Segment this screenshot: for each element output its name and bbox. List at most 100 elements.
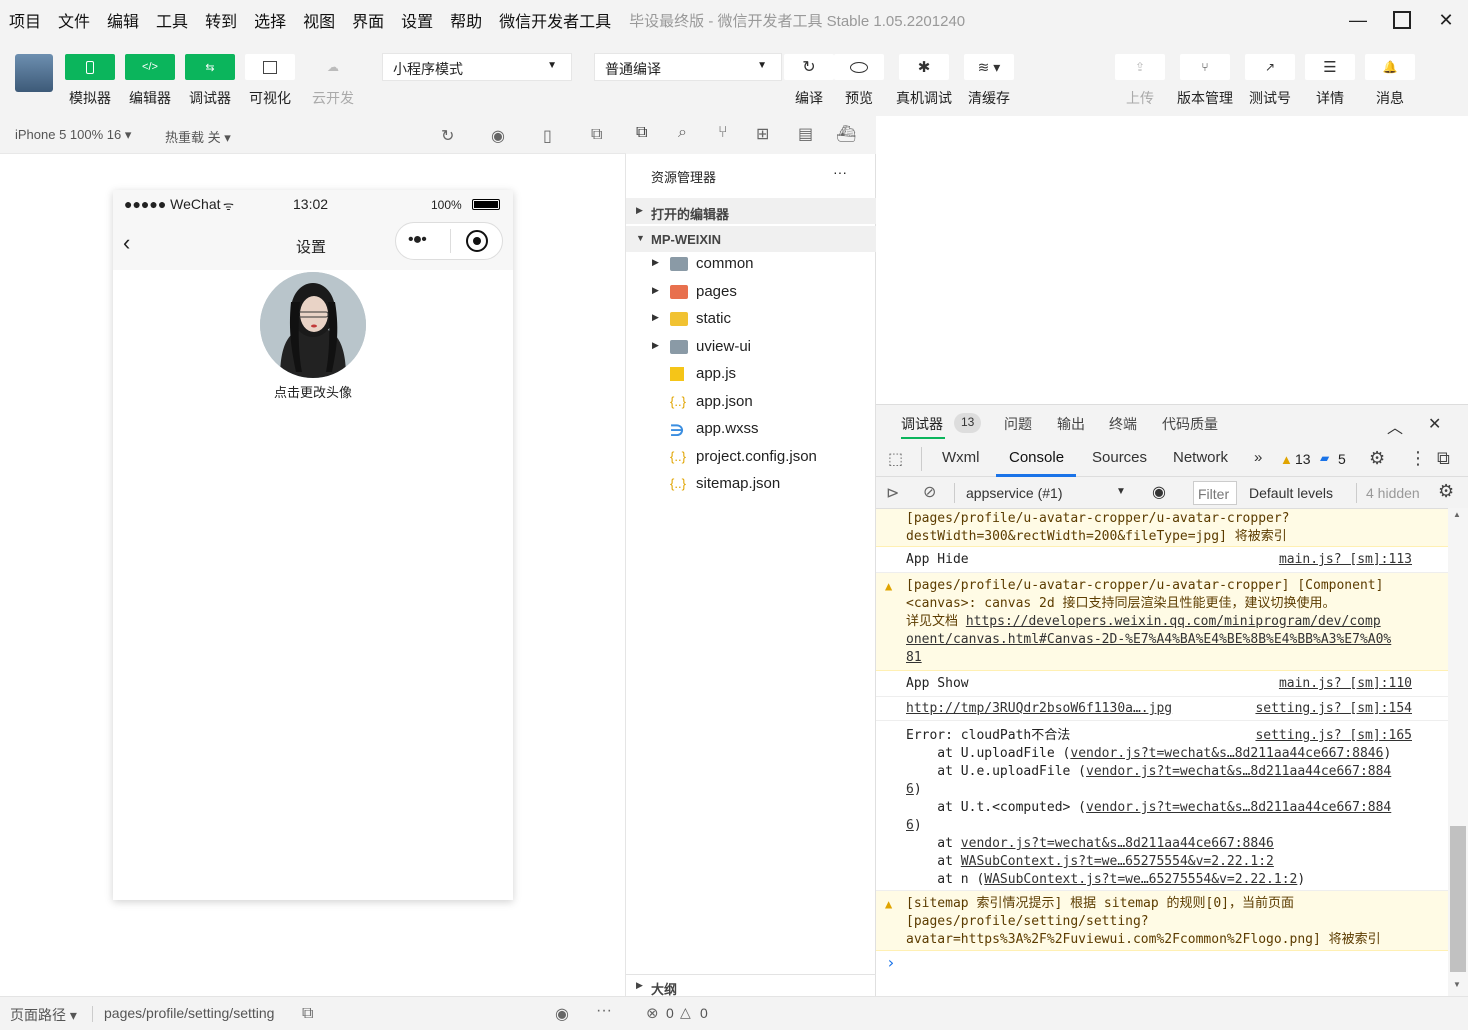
clear-console-icon[interactable]: ⊘ (923, 482, 936, 502)
messages-button[interactable]: 🔔 (1365, 54, 1415, 80)
eye-icon[interactable]: ◉ (1152, 482, 1166, 502)
more-tabs-button[interactable]: » (1254, 449, 1262, 466)
tree-item-app-js[interactable]: app.js (626, 362, 876, 388)
eye-icon[interactable]: ◉ (555, 1004, 569, 1024)
tab-console[interactable]: Console (1009, 449, 1064, 466)
doc-link[interactable]: 81 (906, 649, 922, 667)
stack-link[interactable]: 6 (906, 782, 914, 797)
tree-item-common[interactable]: ▶ common (626, 252, 876, 278)
error-count[interactable]: 0 (666, 1005, 674, 1021)
copy-icon[interactable]: ⧉ (302, 1005, 313, 1023)
page-path-dropdown[interactable]: 页面路径 ▾ (10, 1005, 77, 1025)
source-link[interactable]: setting.js? [sm]:165 (1255, 727, 1412, 745)
menu-select[interactable]: 选择 (245, 8, 294, 32)
warning-count[interactable]: 13 (1295, 451, 1311, 467)
log-levels-select[interactable]: Default levels (1249, 485, 1333, 501)
storage-icon[interactable]: ▤ (798, 124, 813, 144)
compile-button[interactable]: ↻ (784, 54, 834, 80)
menu-project[interactable]: 项目 (0, 8, 49, 32)
tab-debugger[interactable]: 调试器 (901, 414, 943, 434)
mode-select[interactable]: 小程序模式 ▼ (382, 53, 572, 81)
hot-reload-toggle[interactable]: 热重载 关 ▾ (165, 127, 231, 146)
menu-tools[interactable]: 工具 (147, 8, 196, 32)
source-link[interactable]: main.js? [sm]:113 (1279, 551, 1412, 569)
gear-icon[interactable]: ⚙ (1438, 481, 1454, 502)
git-icon[interactable]: ⑂ (718, 124, 728, 142)
tree-item-app-wxss[interactable]: ∋ app.wxss (626, 417, 876, 443)
details-button[interactable]: ☰ (1305, 54, 1355, 80)
stack-link[interactable]: vendor.js?t=wechat&s…8d211aa44ce667:8846 (961, 836, 1274, 851)
menu-interface[interactable]: 界面 (343, 8, 392, 32)
stack-link[interactable]: WASubContext.js?t=we…65275554&v=2.22.1:2 (961, 854, 1274, 869)
chevron-up-icon[interactable]: ︿ (1387, 414, 1403, 438)
avatar-caption[interactable]: 点击更改头像 (113, 382, 513, 401)
debugger-toggle[interactable]: ⇆ (185, 54, 235, 80)
maximize-button[interactable] (1380, 0, 1424, 40)
menu-help[interactable]: 帮助 (441, 8, 490, 32)
stop-icon[interactable]: ◉ (491, 126, 505, 146)
context-select[interactable]: appservice (#1) (966, 485, 1063, 501)
search-icon[interactable]: ⌕ (678, 124, 687, 142)
scroll-down-icon[interactable]: ▼ (1453, 980, 1461, 989)
console-prompt[interactable]: › (886, 953, 896, 972)
tree-item-app-json[interactable]: {..} app.json (626, 390, 876, 416)
tab-issues[interactable]: 问题 (1004, 414, 1032, 434)
menu-edit[interactable]: 编辑 (98, 8, 147, 32)
info-count[interactable]: 5 (1338, 451, 1346, 467)
visual-toggle[interactable] (245, 54, 295, 80)
more-dots-icon[interactable]: •●• (408, 231, 427, 249)
minimize-button[interactable]: — (1336, 0, 1380, 40)
tree-item-pages[interactable]: ▶ pages (626, 280, 876, 306)
menu-wechat-devtools[interactable]: 微信开发者工具 (490, 8, 619, 32)
menu-view[interactable]: 视图 (294, 8, 343, 32)
project-section[interactable]: ▼ MP-WEIXIN (626, 226, 876, 252)
user-avatar-image[interactable] (260, 272, 366, 378)
doc-link[interactable]: onent/canvas.html#Canvas-2D-%E7%A4%BA%E4… (906, 631, 1391, 649)
phone-icon[interactable]: ▯ (543, 126, 552, 146)
upload-button[interactable]: ⇪ (1115, 54, 1165, 80)
menu-goto[interactable]: 转到 (196, 8, 245, 32)
tab-wxml[interactable]: Wxml (942, 449, 980, 466)
tab-output[interactable]: 输出 (1057, 414, 1085, 434)
clear-cache-button[interactable]: ≋ ▾ (964, 54, 1014, 80)
kebab-menu-icon[interactable]: ⋮ (1409, 448, 1427, 469)
image-url-link[interactable]: http://tmp/3RUQdr2bsoW6f1130a….jpg (906, 700, 1172, 718)
tree-item-uview-ui[interactable]: ▶ uview-ui (626, 335, 876, 361)
compile-mode-select[interactable]: 普通编译 ▼ (594, 53, 782, 81)
stack-link[interactable]: vendor.js?t=wechat&s…8d211aa44ce667:884 (1086, 764, 1391, 779)
stack-link[interactable]: vendor.js?t=wechat&s…8d211aa44ce667:8846 (1070, 746, 1383, 761)
scrollbar-thumb[interactable] (1450, 826, 1466, 972)
warning-count[interactable]: 0 (700, 1005, 708, 1021)
tab-terminal[interactable]: 终端 (1109, 414, 1137, 434)
close-icon[interactable]: ✕ (1428, 414, 1441, 434)
dock-icon[interactable]: ⧉ (1437, 448, 1450, 469)
inspect-icon[interactable]: ⬚ (888, 449, 903, 469)
console-filter-input[interactable]: Filter (1193, 481, 1237, 505)
doc-link[interactable]: https://developers.weixin.qq.com/minipro… (966, 614, 1381, 629)
tab-code-quality[interactable]: 代码质量 (1162, 414, 1218, 434)
docker-icon[interactable]: ⛴ (836, 124, 856, 144)
test-account-button[interactable]: ↗ (1245, 54, 1295, 80)
device-select[interactable]: iPhone 5 100% 16 ▾ (15, 127, 131, 143)
editor-toggle[interactable]: </> (125, 54, 175, 80)
version-button[interactable]: ⑂ (1180, 54, 1230, 80)
stack-link[interactable]: vendor.js?t=wechat&s…8d211aa44ce667:884 (1086, 800, 1391, 815)
stack-link[interactable]: 6 (906, 818, 914, 833)
source-link[interactable]: setting.js? [sm]:154 (1255, 700, 1412, 718)
tree-item-project-config[interactable]: {..} project.config.json (626, 445, 876, 471)
back-arrow-icon[interactable]: ‹ (123, 230, 130, 256)
console-scrollbar[interactable]: ▲ ▼ (1448, 508, 1468, 996)
sidebar-toggle-icon[interactable]: ⊳ (886, 483, 899, 503)
user-avatar[interactable] (15, 54, 53, 92)
files-icon[interactable]: ⧉ (636, 124, 647, 142)
tree-item-static[interactable]: ▶ static (626, 307, 876, 333)
more-icon[interactable]: ··· (596, 1002, 612, 1020)
simulator-toggle[interactable] (65, 54, 115, 80)
extensions-icon[interactable]: ⊞ (756, 124, 769, 144)
menu-file[interactable]: 文件 (49, 8, 98, 32)
close-miniprogram-icon[interactable] (466, 230, 488, 252)
source-link[interactable]: main.js? [sm]:110 (1279, 675, 1412, 693)
close-window-button[interactable]: ✕ (1424, 0, 1468, 40)
outline-section[interactable]: ▶ 大纲 (626, 974, 876, 997)
open-editors-section[interactable]: ▶ 打开的编辑器 (626, 198, 876, 224)
